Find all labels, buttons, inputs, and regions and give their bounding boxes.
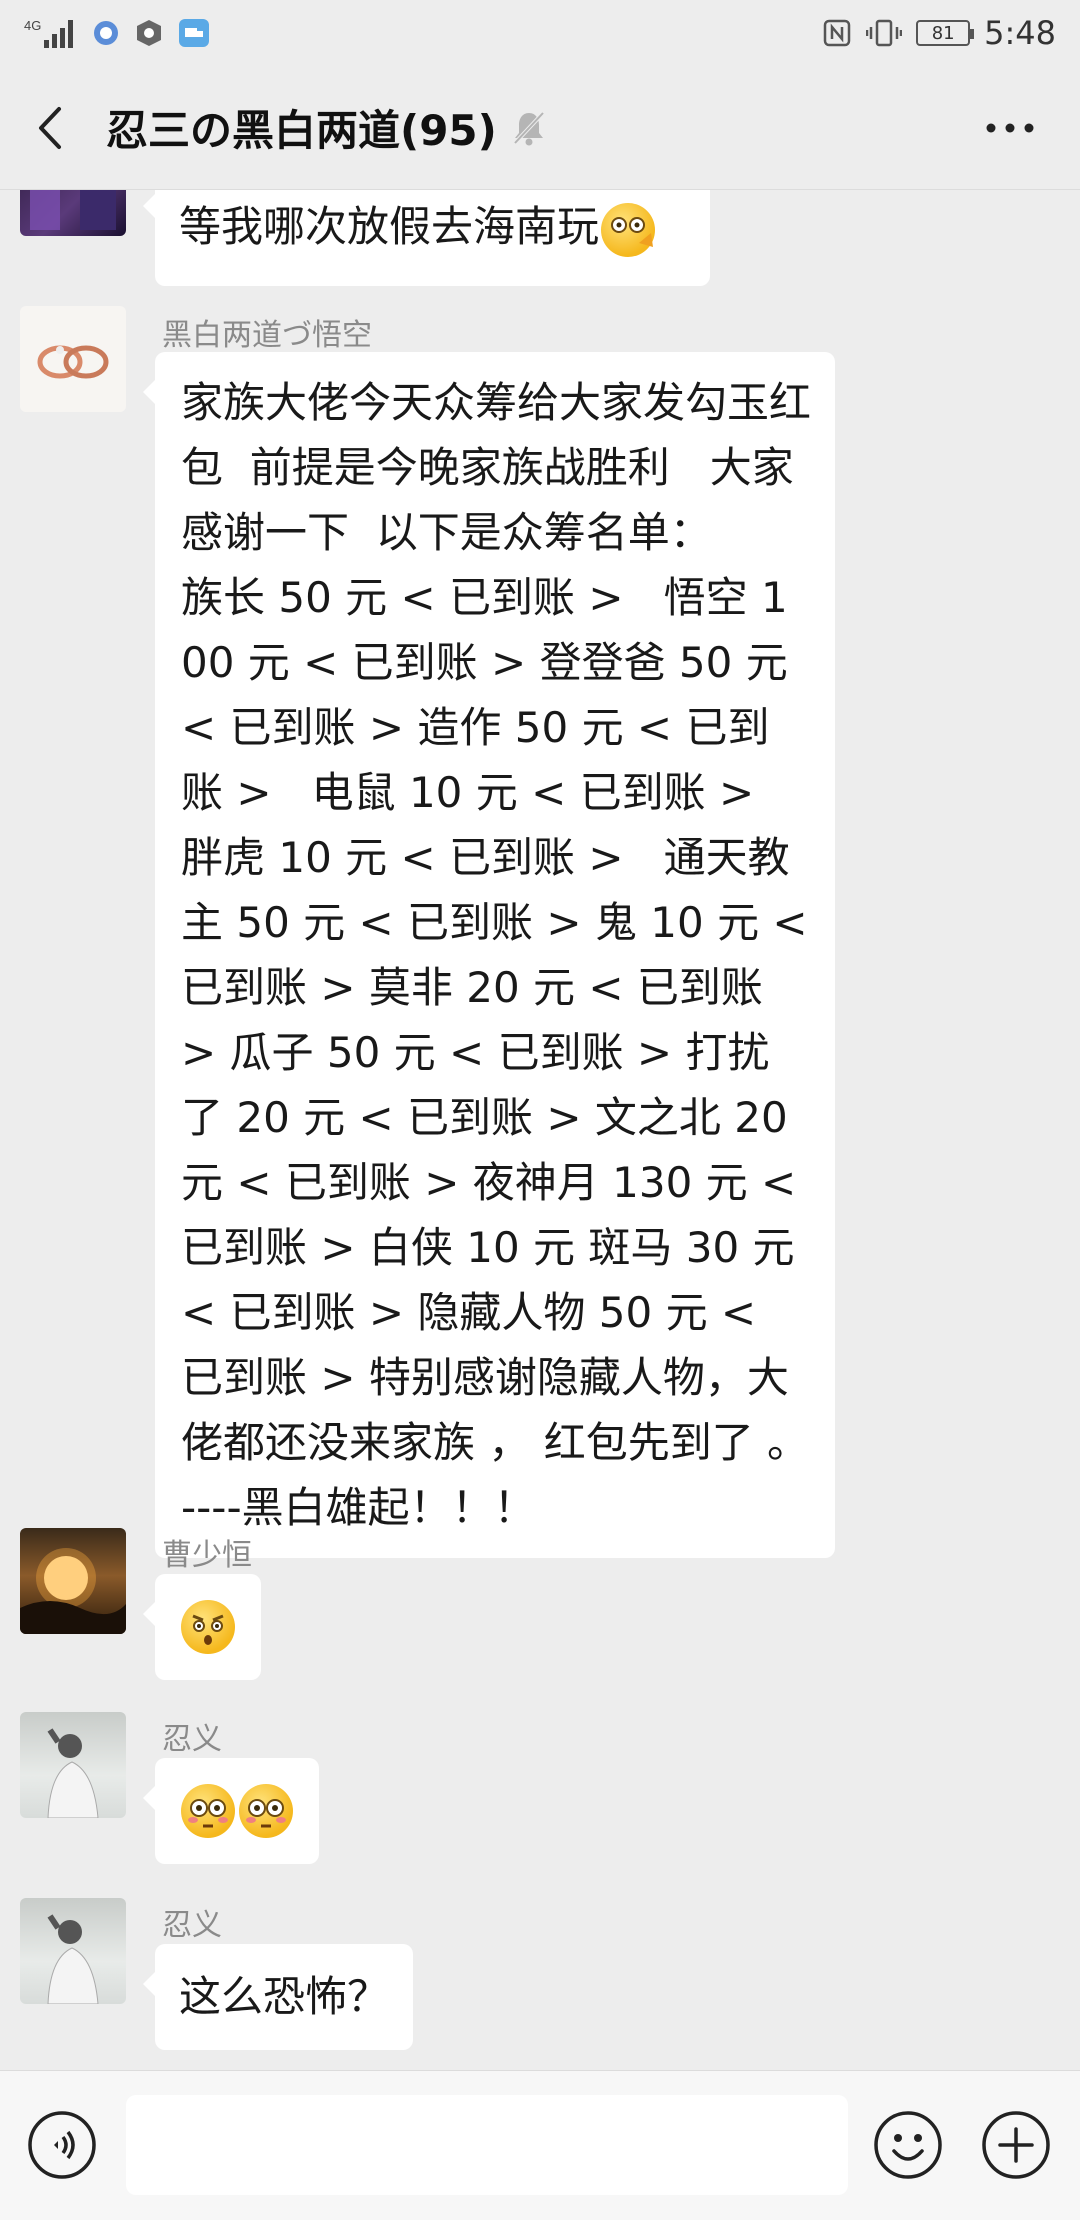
avatar[interactable] (20, 190, 126, 236)
message-text: 家族大佬今天众筹给大家发勾玉红包 前提是今晚家族战胜利 大家感谢一下 以下是众筹… (181, 378, 979, 1532)
status-left: 4G (24, 16, 210, 50)
more-functions-button[interactable] (980, 2109, 1052, 2181)
input-bar (0, 2070, 1080, 2220)
battery-indicator: 81 (916, 20, 975, 46)
message-bubble[interactable] (143, 1574, 261, 1680)
voice-input-button[interactable] (26, 2109, 98, 2181)
signal-icon: 4G (24, 16, 78, 50)
message-bubble[interactable]: 家族大佬今天众筹给大家发勾玉红包 前提是今晚家族战胜利 大家感谢一下 以下是众筹… (143, 352, 835, 1558)
smiley-icon (874, 2111, 942, 2179)
sender-name: 忍义 (162, 1722, 222, 1757)
flushed-hand-emoji-icon (601, 202, 656, 257)
chat-message-list[interactable]: 等我哪次放假去海南玩 黑白两道づ悟空 家族大佬今天众筹给大家发勾玉红包 前提是今… (0, 190, 1080, 2070)
more-dots-icon (986, 123, 1034, 133)
network-label: 4G (24, 18, 41, 33)
back-button[interactable] (6, 66, 96, 190)
surprised-emoji-icon (181, 1600, 235, 1654)
message-text: 等我哪次放假去海南玩 (179, 202, 600, 251)
sender-name: 黑白两道づ悟空 (162, 318, 372, 353)
chat-title: 忍三の黑白两道(95) (106, 106, 497, 155)
message-bubble[interactable]: 这么恐怖？ (142, 1944, 414, 2050)
vibrate-icon (866, 18, 903, 48)
flushed-emoji-icon (181, 1784, 235, 1838)
back-arrow-icon (39, 106, 61, 149)
message-text: 这么恐怖？ (179, 1972, 390, 2021)
status-time: 5:48 (984, 14, 1056, 52)
message-bubble[interactable]: 等我哪次放假去海南玩 (143, 190, 710, 286)
plus-icon (982, 2111, 1050, 2179)
nfc-icon (822, 18, 852, 48)
message-input[interactable] (126, 2095, 848, 2195)
sender-name: 曹少恒 (162, 1538, 252, 1573)
sender-name: 忍义 (162, 1908, 222, 1943)
flushed-emoji-icon (239, 1784, 293, 1838)
chat-header: 忍三の黑白两道(95) (0, 66, 1080, 190)
more-options-button[interactable] (980, 106, 1040, 150)
emoji-button[interactable] (872, 2109, 944, 2181)
app-notification-icon (92, 19, 120, 47)
voice-icon (28, 2111, 96, 2179)
mute-bell-icon (511, 109, 547, 147)
status-bar: 4G 81 5:48 (0, 0, 1080, 66)
avatar[interactable] (20, 1898, 126, 2004)
avatar[interactable] (20, 1528, 126, 1634)
delivery-app-icon (178, 18, 210, 48)
avatar[interactable] (20, 1712, 126, 1818)
message-bubble[interactable] (143, 1758, 319, 1864)
shield-app-icon (134, 18, 164, 48)
avatar[interactable] (20, 306, 126, 412)
status-right: 81 5:48 (822, 14, 1056, 52)
